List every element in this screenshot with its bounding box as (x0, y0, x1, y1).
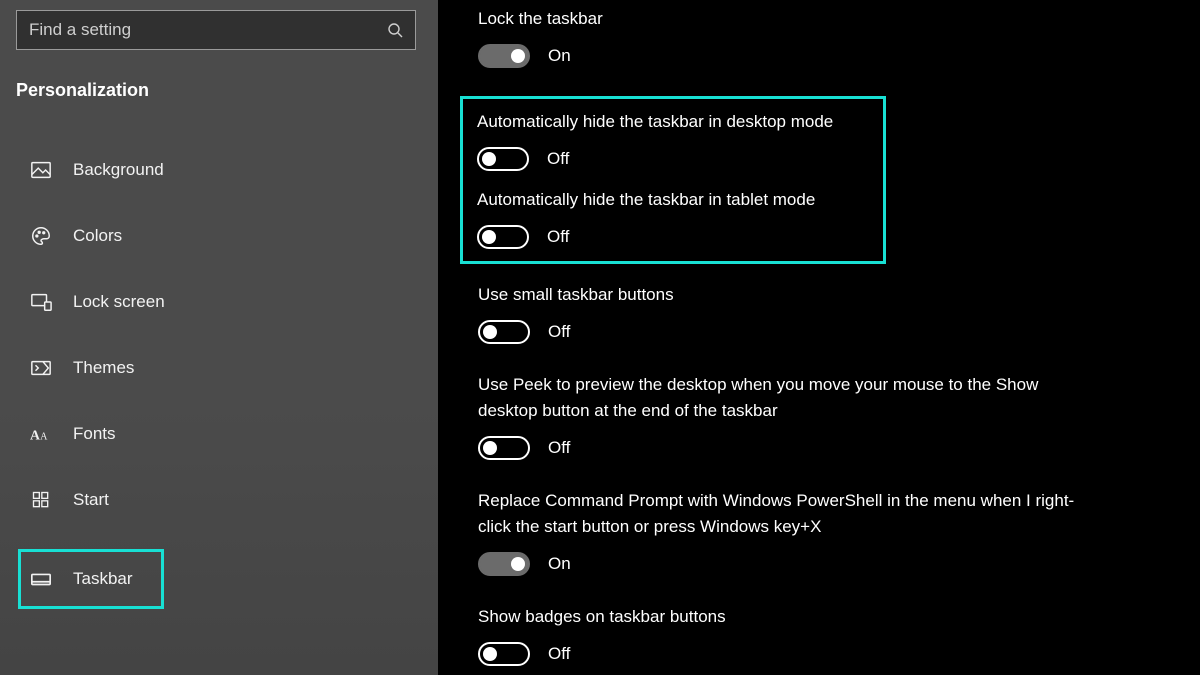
svg-text:A: A (30, 428, 40, 443)
toggle-replace-cmd[interactable] (478, 552, 530, 576)
highlight-autohide-group: Automatically hide the taskbar in deskto… (460, 96, 886, 264)
setting-label: Replace Command Prompt with Windows Powe… (478, 488, 1078, 540)
setting-lock-taskbar: Lock the taskbar On (478, 6, 1170, 68)
setting-label: Show badges on taskbar buttons (478, 604, 1078, 630)
setting-use-peek: Use Peek to preview the desktop when you… (478, 372, 1170, 460)
toggle-state: Off (547, 149, 569, 169)
toggle-state: Off (548, 322, 570, 342)
sidebar: Personalization Background (0, 0, 438, 675)
category-title: Personalization (16, 80, 422, 101)
setting-small-buttons: Use small taskbar buttons Off (478, 282, 1170, 344)
sidebar-nav: Background Colors (16, 151, 422, 609)
sidebar-item-taskbar[interactable]: Taskbar (18, 549, 164, 609)
setting-label: Automatically hide the taskbar in tablet… (477, 187, 869, 213)
setting-autohide-tablet: Automatically hide the taskbar in tablet… (477, 187, 869, 249)
search-input[interactable] (29, 20, 387, 40)
main-content: Lock the taskbar On Automatically hide t… (438, 0, 1200, 675)
themes-icon (29, 356, 53, 380)
setting-replace-cmd: Replace Command Prompt with Windows Powe… (478, 488, 1170, 576)
setting-show-badges: Show badges on taskbar buttons Off (478, 604, 1170, 666)
toggle-state: On (548, 554, 571, 574)
sidebar-item-label: Fonts (73, 424, 116, 444)
start-icon (29, 488, 53, 512)
setting-label: Lock the taskbar (478, 6, 1078, 32)
setting-label: Use small taskbar buttons (478, 282, 1078, 308)
toggle-lock-taskbar[interactable] (478, 44, 530, 68)
search-icon (387, 22, 403, 38)
sidebar-item-lockscreen[interactable]: Lock screen (18, 283, 422, 321)
toggle-show-badges[interactable] (478, 642, 530, 666)
setting-autohide-desktop: Automatically hide the taskbar in deskto… (477, 109, 869, 171)
sidebar-item-background[interactable]: Background (18, 151, 422, 189)
search-box[interactable] (16, 10, 416, 50)
taskbar-icon (29, 567, 53, 591)
sidebar-item-colors[interactable]: Colors (18, 217, 422, 255)
toggle-small-buttons[interactable] (478, 320, 530, 344)
sidebar-item-label: Taskbar (73, 569, 133, 589)
sidebar-item-fonts[interactable]: A A Fonts (18, 415, 422, 453)
toggle-state: Off (548, 438, 570, 458)
sidebar-item-label: Start (73, 490, 109, 510)
sidebar-item-label: Themes (73, 358, 134, 378)
toggle-state: Off (547, 227, 569, 247)
sidebar-item-label: Colors (73, 226, 122, 246)
sidebar-item-start[interactable]: Start (18, 481, 422, 519)
toggle-autohide-desktop[interactable] (477, 147, 529, 171)
lockscreen-icon (29, 290, 53, 314)
palette-icon (29, 224, 53, 248)
setting-label: Use Peek to preview the desktop when you… (478, 372, 1078, 424)
setting-label: Automatically hide the taskbar in deskto… (477, 109, 869, 135)
svg-text:A: A (40, 432, 48, 443)
sidebar-item-label: Lock screen (73, 292, 165, 312)
sidebar-item-label: Background (73, 160, 164, 180)
toggle-use-peek[interactable] (478, 436, 530, 460)
image-icon (29, 158, 53, 182)
sidebar-item-themes[interactable]: Themes (18, 349, 422, 387)
settings-app: Personalization Background (0, 0, 1200, 675)
toggle-autohide-tablet[interactable] (477, 225, 529, 249)
toggle-state: Off (548, 644, 570, 664)
toggle-state: On (548, 46, 571, 66)
fonts-icon: A A (29, 422, 53, 446)
